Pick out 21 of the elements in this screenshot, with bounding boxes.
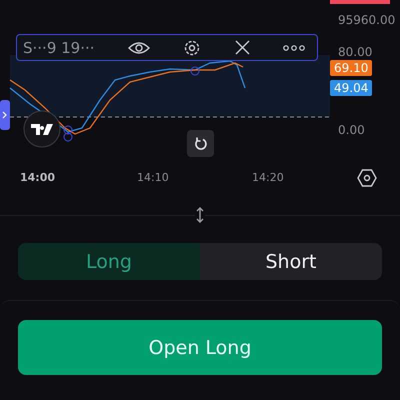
open-long-button[interactable]: Open Long	[18, 320, 382, 375]
indicator-title[interactable]: S···9 19···	[23, 38, 95, 56]
price-marker	[330, 0, 390, 4]
close-icon[interactable]	[234, 40, 250, 55]
settings-icon[interactable]	[357, 168, 377, 188]
price-label: 80.00	[338, 44, 372, 60]
refresh-icon	[194, 136, 208, 150]
expand-handle[interactable]	[0, 100, 10, 130]
logo-icon	[23, 110, 61, 148]
value-badge: 69.10	[330, 60, 372, 76]
time-label: 14:10	[137, 171, 169, 184]
settings-icon[interactable]	[183, 38, 202, 56]
side-tab[interactable]: Long	[18, 243, 200, 280]
time-label: 14:20	[252, 171, 284, 184]
reset-button[interactable]	[187, 130, 214, 157]
price-label: 95960.00	[338, 12, 396, 28]
eye-icon[interactable]	[128, 40, 150, 54]
price-label: 0.00	[338, 122, 365, 138]
more-icon[interactable]	[282, 44, 305, 50]
time-label: 14:00	[20, 171, 56, 184]
value-badge: 49.04	[330, 80, 372, 96]
